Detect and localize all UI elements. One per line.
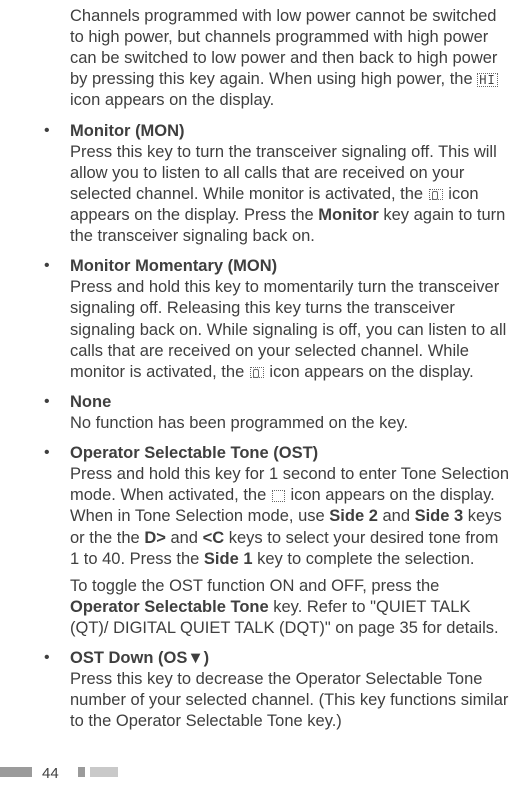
list-item: • Operator Selectable Tone (OST) Press a… <box>44 443 510 639</box>
section-title-monitor: Monitor (MON) <box>70 121 510 142</box>
ost-icon <box>272 490 285 502</box>
section-title-none: None <box>70 392 510 413</box>
section-body-none: No function has been programmed on the k… <box>70 413 510 434</box>
monitor-icon <box>250 367 264 378</box>
bullet-icon: • <box>44 648 70 668</box>
footer-decoration-left <box>0 767 32 777</box>
section-title-monitor-momentary: Monitor Momentary (MON) <box>70 256 510 277</box>
page-number: 44 <box>42 764 59 783</box>
list-item: • Monitor (MON) Press this key to turn t… <box>44 121 510 248</box>
section-title-ost-down: OST Down (OS▼) <box>70 648 510 669</box>
footer-decoration-right <box>90 767 118 777</box>
bullet-icon: • <box>44 443 70 463</box>
footer-decoration-mid <box>78 767 85 777</box>
section-body-ost-1: Press and hold this key for 1 second to … <box>70 464 510 570</box>
intro-text-2: icon appears on the display. <box>70 91 274 109</box>
list-item: • OST Down (OS▼) Press this key to decre… <box>44 648 510 732</box>
intro-paragraph: Channels programmed with low power canno… <box>0 6 522 112</box>
bullet-icon: • <box>44 392 70 412</box>
list-item: • None No function has been programmed o… <box>44 392 510 434</box>
bullet-icon: • <box>44 121 70 141</box>
monitor-icon <box>429 189 443 200</box>
bullet-icon: • <box>44 256 70 276</box>
section-body-monitor-momentary: Press and hold this key to momentarily t… <box>70 277 510 383</box>
intro-text-1: Channels programmed with low power canno… <box>70 7 497 88</box>
section-body-ost-2: To toggle the OST function ON and OFF, p… <box>70 576 510 639</box>
page-footer: 44 <box>0 764 522 782</box>
section-body-monitor: Press this key to turn the transceiver s… <box>70 142 510 248</box>
hi-power-icon: HI <box>477 73 497 87</box>
section-body-ost-down: Press this key to decrease the Operator … <box>70 669 510 732</box>
list-item: • Monitor Momentary (MON) Press and hold… <box>44 256 510 383</box>
section-title-ost: Operator Selectable Tone (OST) <box>70 443 510 464</box>
